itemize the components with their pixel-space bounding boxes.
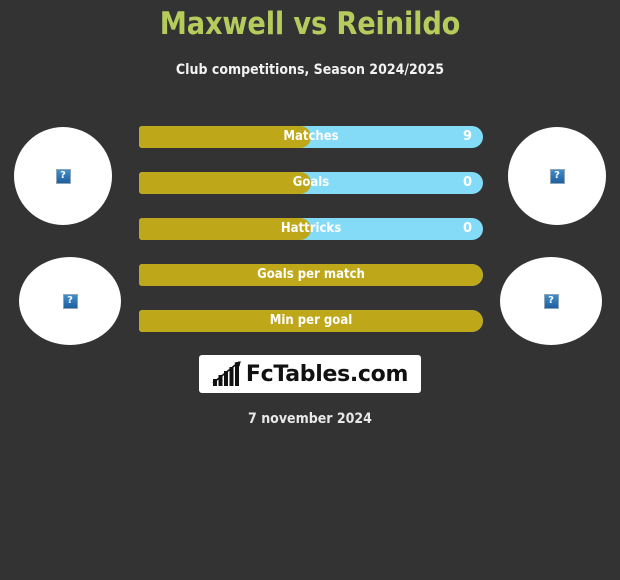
fctables-logo[interactable]: FcTables.com: [199, 355, 421, 393]
broken-image-glyph: ?: [548, 294, 554, 306]
stat-label: Matches: [283, 129, 339, 144]
avatar-left-player-bottom: ?: [19, 257, 121, 345]
broken-image-icon: ?: [62, 293, 78, 309]
stat-row-hattricks: Hattricks 0: [139, 218, 483, 240]
stat-row-min-per-goal: Min per goal: [139, 310, 483, 332]
stat-comparison-bars: Matches 9 Goals 0 Hattricks 0 Goals per …: [139, 126, 483, 356]
page-subtitle: Club competitions, Season 2024/2025: [175, 62, 445, 78]
bar-chart-growth-icon: [212, 361, 241, 386]
broken-image-glyph: ?: [67, 294, 73, 306]
stat-label: Min per goal: [269, 313, 353, 328]
stat-row-matches: Matches 9: [139, 126, 483, 148]
broken-image-icon: ?: [549, 168, 565, 184]
stat-row-goals: Goals 0: [139, 172, 483, 194]
broken-image-glyph: ?: [554, 169, 560, 181]
avatar-right-player-bottom: ?: [500, 257, 602, 345]
broken-image-icon: ?: [543, 293, 559, 309]
stat-right-value: 0: [462, 221, 472, 236]
stat-row-goals-per-match: Goals per match: [139, 264, 483, 286]
broken-image-glyph: ?: [60, 169, 66, 181]
stat-label: Goals: [292, 175, 330, 190]
avatar-left-player-top: ?: [14, 127, 112, 225]
page-title: Maxwell vs Reinildo: [159, 6, 461, 42]
stat-right-value: 0: [462, 175, 472, 190]
logo-text: FcTables.com: [245, 361, 409, 387]
stat-label: Goals per match: [257, 267, 365, 282]
avatar-right-player-top: ?: [508, 127, 606, 225]
broken-image-icon: ?: [55, 168, 71, 184]
date-label: 7 november 2024: [248, 411, 372, 427]
stat-label: Hattricks: [280, 221, 342, 236]
stat-right-value: 9: [462, 129, 472, 144]
